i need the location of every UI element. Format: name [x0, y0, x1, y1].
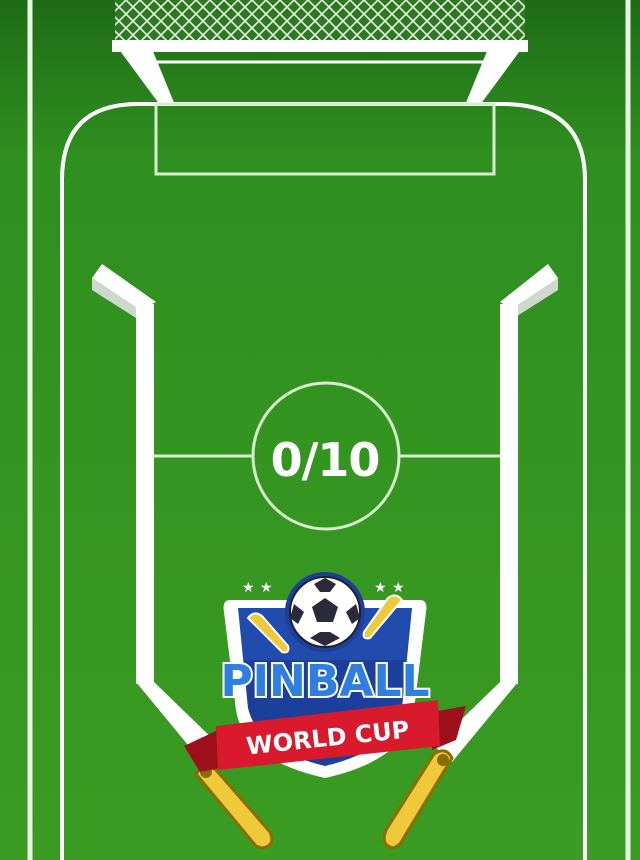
score-counter: 0/10 — [270, 433, 381, 487]
svg-text:★: ★ — [392, 580, 405, 596]
logo-title: PINBALL — [220, 656, 429, 707]
svg-text:★: ★ — [260, 580, 273, 596]
pinball-world-cup-logo: ★ ★ ★ ★ PINBALL WORLD CUP — [184, 572, 466, 778]
soccer-ball-icon — [285, 572, 365, 652]
svg-text:★: ★ — [374, 580, 387, 596]
svg-text:★: ★ — [242, 580, 255, 596]
pinball-stage[interactable]: 0/10 ★ ★ ★ ★ PINBALL WORLD CUP — [0, 0, 640, 860]
